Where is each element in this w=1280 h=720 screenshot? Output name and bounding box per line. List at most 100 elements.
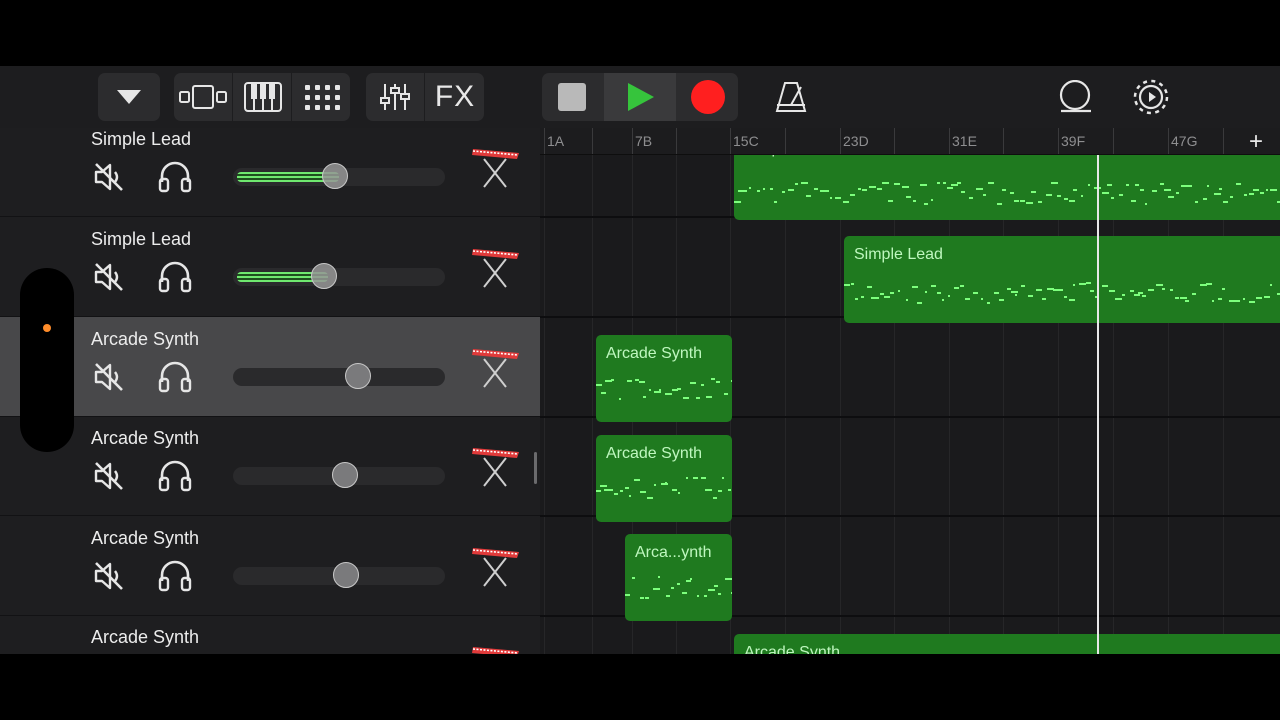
instrument-icon[interactable] xyxy=(470,544,522,593)
ruler-tick xyxy=(1003,128,1004,154)
solo-headphones-button[interactable] xyxy=(157,260,193,299)
ruler-tick xyxy=(1058,128,1059,154)
keyboard-synth-icon xyxy=(472,249,519,288)
track-controls-handle[interactable] xyxy=(20,268,74,452)
playhead[interactable] xyxy=(1097,128,1099,654)
grid-button[interactable] xyxy=(291,73,351,121)
volume-slider[interactable] xyxy=(233,163,445,189)
mute-button[interactable] xyxy=(92,459,126,498)
midi-region[interactable]: Arca...ynth xyxy=(625,534,732,621)
add-section-button[interactable]: + xyxy=(1249,128,1263,156)
grid-line xyxy=(592,154,593,654)
volume-knob[interactable] xyxy=(322,163,348,189)
track-name: Arcade Synth xyxy=(91,329,200,349)
solo-headphones-button[interactable] xyxy=(157,459,193,498)
play-button[interactable] xyxy=(604,73,676,121)
browser-button[interactable] xyxy=(98,73,160,121)
midi-notes xyxy=(844,276,1280,312)
ruler-tick xyxy=(1168,128,1169,154)
solo-headphones-button[interactable] xyxy=(157,360,193,399)
volume-knob[interactable] xyxy=(345,363,371,389)
volume-slider[interactable] xyxy=(233,263,445,289)
region-name: Arcade Synth xyxy=(606,345,703,362)
mute-button[interactable] xyxy=(92,360,126,399)
grid-line xyxy=(785,154,786,654)
volume-slider[interactable] xyxy=(233,562,445,588)
track-header[interactable]: Simple Lead xyxy=(0,217,540,317)
solo-headphones-button[interactable] xyxy=(157,160,193,199)
stop-icon xyxy=(558,83,586,111)
instrument-icon[interactable] xyxy=(470,145,522,194)
midi-notes xyxy=(596,371,732,407)
loop-browser-button[interactable] xyxy=(1050,73,1100,121)
keyboard-synth-icon xyxy=(472,349,519,388)
track-list-scrollbar[interactable] xyxy=(534,452,537,484)
settings-button[interactable] xyxy=(1126,73,1176,121)
grid-line xyxy=(1113,154,1114,654)
volume-slider[interactable] xyxy=(233,363,445,389)
instrument-icon[interactable] xyxy=(470,444,522,493)
midi-region[interactable]: Arcade Synth xyxy=(734,634,1280,654)
keyboard-button[interactable] xyxy=(232,73,292,121)
toolbar: FX xyxy=(0,66,1280,128)
keyboard-synth-icon xyxy=(472,149,519,188)
solo-headphones-button[interactable] xyxy=(157,559,193,598)
midi-region[interactable]: Simple Lead xyxy=(734,148,1280,220)
mixer-button[interactable] xyxy=(366,73,424,121)
ruler-label: 7B xyxy=(635,133,653,149)
region-name: Arcade Synth xyxy=(744,644,841,654)
record-icon xyxy=(691,80,725,114)
track-name: Arcade Synth xyxy=(91,627,200,647)
keyboard-synth-icon xyxy=(472,548,519,587)
ruler-tick xyxy=(676,128,677,154)
ruler-tick xyxy=(949,128,950,154)
ruler-tick xyxy=(785,128,786,154)
view-group xyxy=(174,73,350,121)
track-header[interactable]: Arcade Synth xyxy=(0,317,540,417)
ruler-label: 31E xyxy=(952,133,977,149)
mixer-icon xyxy=(380,84,410,110)
track-name: Arcade Synth xyxy=(91,428,200,448)
metronome-button[interactable] xyxy=(766,73,816,121)
mute-button[interactable] xyxy=(92,559,126,598)
track-header[interactable]: Arcade Synth xyxy=(0,615,540,654)
midi-region[interactable]: Simple Lead xyxy=(844,236,1280,323)
ruler-tick xyxy=(730,128,731,154)
ruler-tick xyxy=(894,128,895,154)
instrument-icon[interactable] xyxy=(470,643,522,654)
tracks-view-button[interactable] xyxy=(174,73,232,121)
record-button[interactable] xyxy=(678,73,738,121)
arrangement-area[interactable]: Simple Lead Simple Lead Arcade Synth Arcade… xyxy=(540,128,1280,654)
loop-icon xyxy=(1059,80,1091,113)
volume-slider[interactable] xyxy=(233,462,445,488)
speaker-muted-icon xyxy=(94,462,123,490)
keyboard-icon xyxy=(243,82,282,112)
midi-region[interactable]: Arcade Synth xyxy=(596,335,732,422)
volume-knob[interactable] xyxy=(333,562,359,588)
stop-button[interactable] xyxy=(542,73,602,121)
speaker-muted-icon xyxy=(94,363,123,391)
fx-label: FX xyxy=(434,80,476,113)
track-header[interactable]: Simple Lead xyxy=(0,128,540,217)
instrument-icon[interactable] xyxy=(470,345,522,394)
volume-knob[interactable] xyxy=(311,263,337,289)
track-header[interactable]: Arcade Synth xyxy=(0,516,540,616)
instrument-icon[interactable] xyxy=(470,245,522,294)
headphones-icon xyxy=(158,261,192,293)
track-header[interactable]: Arcade Synth xyxy=(0,416,540,516)
ruler-tick xyxy=(592,128,593,154)
grid-line xyxy=(1223,154,1224,654)
speaker-muted-icon xyxy=(94,263,123,291)
ruler-tick xyxy=(632,128,633,154)
timeline-ruler[interactable]: + 1A 7B 15C 23D 31E 39F 47G xyxy=(540,128,1280,155)
headphones-icon xyxy=(158,361,192,393)
mute-button[interactable] xyxy=(92,160,126,199)
grid-icon xyxy=(304,85,340,110)
ruler-label: 23D xyxy=(843,133,869,149)
headphones-icon xyxy=(158,560,192,592)
midi-region[interactable]: Arcade Synth xyxy=(596,435,732,522)
fx-button[interactable]: FX xyxy=(424,73,485,121)
volume-knob[interactable] xyxy=(332,462,358,488)
grid-line xyxy=(1168,154,1169,654)
mute-button[interactable] xyxy=(92,260,126,299)
